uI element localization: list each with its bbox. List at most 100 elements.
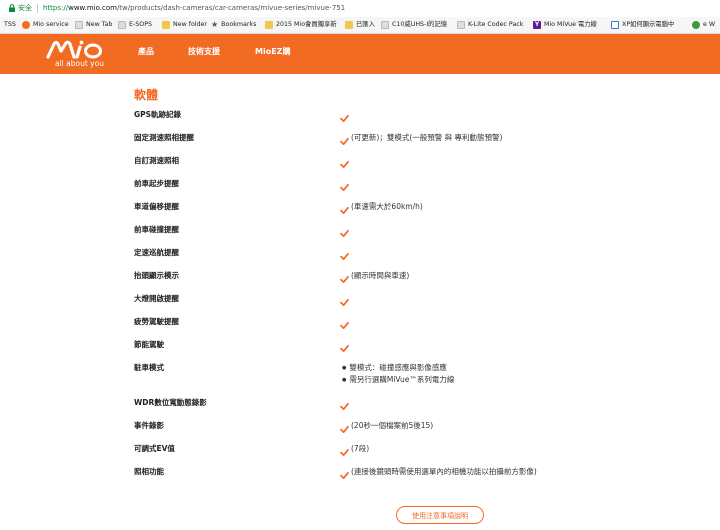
bookmark-k-lite[interactable]: K-Lite Codec Pack xyxy=(457,17,523,33)
usage-notice-button[interactable]: 使用注意事項說明 xyxy=(396,506,484,524)
folder-icon xyxy=(345,21,353,29)
bookmark-label: 2015 Mio會員獨享新 xyxy=(276,21,337,28)
spec-row: GPS軌跡記錄 xyxy=(134,109,574,127)
check-icon xyxy=(340,338,349,357)
spec-row: 節能駕駛 xyxy=(134,339,574,357)
bookmark-label: TSS xyxy=(4,21,16,28)
spec-label: 節能駕駛 xyxy=(134,340,164,349)
bookmark-label: Mio MiVue 電力線 xyxy=(544,21,597,28)
spec-label: 大燈開啟提醒 xyxy=(134,294,179,303)
spec-row: 自訂測速照相 xyxy=(134,155,574,173)
bookmark-mio-mivue[interactable]: Y Mio MiVue 電力線 xyxy=(533,17,597,33)
spec-label: 可調式EV值 xyxy=(134,444,175,453)
folder-icon xyxy=(265,21,273,29)
xp-icon xyxy=(611,21,619,29)
spec-bullet: 需另行選購MiVue™系列電力線 xyxy=(342,374,454,385)
check-icon xyxy=(340,200,349,219)
bookmark-label: Mio service xyxy=(33,21,69,28)
page-icon xyxy=(381,21,389,29)
star-icon: ★ xyxy=(211,20,219,29)
spec-row: 照相功能 (連接後鏡頭時需使用選單內的相機功能以拍攝前方影像) xyxy=(134,466,574,484)
bookmark-label: New folder xyxy=(173,21,208,28)
check-icon xyxy=(340,154,349,173)
nav-products[interactable]: 產品 xyxy=(138,34,154,74)
spec-label: 事件錄影 xyxy=(134,421,164,430)
page-icon xyxy=(118,21,126,29)
check-icon xyxy=(340,223,349,242)
spec-label: 車道偏移提醒 xyxy=(134,202,179,211)
bookmark-mio-member[interactable]: 2015 Mio會員獨享新 xyxy=(265,17,337,33)
spec-note: (可更新)；雙模式(一般預警 與 專利動態預警) xyxy=(351,133,503,142)
spec-content: 軟體 GPS軌跡記錄 固定測速照相提醒 (可更新)；雙模式(一般預警 與 專利動… xyxy=(0,74,720,530)
bookmark-label: XP如何顯示電腦中 xyxy=(622,21,675,28)
spec-row: 事件錄影 (20秒一個檔案前5後15) xyxy=(134,420,574,438)
spec-label: 駐車模式 xyxy=(134,363,164,372)
green-icon xyxy=(692,21,700,29)
bookmark-e-sops[interactable]: E-SOPS xyxy=(118,17,152,33)
spec-row: 可調式EV值 (7段) xyxy=(134,443,574,461)
spec-label: 定速巡航提醒 xyxy=(134,248,179,257)
bookmark-label: K-Lite Codec Pack xyxy=(468,21,524,28)
bookmark-label: E-SOPS xyxy=(129,21,152,28)
bookmark-imported[interactable]: 已匯入 xyxy=(345,17,375,33)
nav-mioez[interactable]: MioEZ購 xyxy=(255,34,290,74)
mio-logo-mark xyxy=(46,40,102,59)
nav-support[interactable]: 技術支援 xyxy=(188,34,220,74)
divider xyxy=(37,4,38,13)
bookmark-label: New Tab xyxy=(86,21,113,28)
url-path: /tw/products/dash-cameras/car-cameras/mi… xyxy=(116,4,346,12)
check-icon xyxy=(340,419,349,438)
bookmark-label: C10威UHS-I的記憶 xyxy=(392,21,448,28)
bookmark-ew[interactable]: e W xyxy=(692,17,715,33)
check-icon xyxy=(340,108,349,127)
spec-row: 前車起步提醒 xyxy=(134,178,574,196)
spec-row: 疲勞駕駛提醒 xyxy=(134,316,574,334)
spec-row: 前車碰撞提醒 xyxy=(134,224,574,242)
url-host: www.mio.com xyxy=(68,4,117,12)
spec-note: (20秒一個檔案前5後15) xyxy=(351,421,434,430)
spec-label: 抬頭顯示模示 xyxy=(134,271,179,280)
bookmark-xp[interactable]: XP如何顯示電腦中 xyxy=(611,17,674,33)
spec-bullet: 雙模式：碰撞感應與影像感應 xyxy=(342,362,447,373)
security-label: 安全 xyxy=(18,4,32,12)
check-icon xyxy=(340,465,349,484)
bookmark-label: e W xyxy=(703,21,716,28)
mio-logo[interactable]: all about you xyxy=(46,38,126,72)
bookmark-mio-service[interactable]: Mio service xyxy=(22,17,69,33)
url-protocol: https:// xyxy=(43,4,69,12)
url-text[interactable]: https://www.mio.com/tw/products/dash-cam… xyxy=(43,0,345,17)
spec-row: 駐車模式 雙模式：碰撞感應與影像感應 需另行選購MiVue™系列電力線 xyxy=(134,362,574,390)
bookmarks-bar: TSS Mio service New Tab E-SOPS New folde… xyxy=(0,17,720,34)
section-title: 軟體 xyxy=(134,88,159,102)
spec-row: 抬頭顯示模示 (顯示時間與車速) xyxy=(134,270,574,288)
spec-label: 疲勞駕駛提醒 xyxy=(134,317,179,326)
check-icon xyxy=(340,396,349,415)
address-bar[interactable]: 安全 https://www.mio.com/tw/products/dash-… xyxy=(0,0,720,18)
spec-row: 定速巡航提醒 xyxy=(134,247,574,265)
page-icon xyxy=(457,21,465,29)
check-icon xyxy=(340,292,349,311)
spec-row: 車道偏移提醒 (車速需大於60km/h) xyxy=(134,201,574,219)
spec-label: 前車碰撞提醒 xyxy=(134,225,179,234)
spec-label: 照相功能 xyxy=(134,467,164,476)
logo-tagline: all about you xyxy=(55,59,104,68)
bookmark-c10[interactable]: C10威UHS-I的記憶 xyxy=(381,17,447,33)
spec-label: 自訂測速照相 xyxy=(134,156,179,165)
spec-note: (7段) xyxy=(351,444,370,453)
spec-row: WDR數位寬動態錄影 xyxy=(134,397,574,415)
mio-icon xyxy=(22,21,30,29)
lock-icon xyxy=(9,4,15,12)
spec-note: (車速需大於60km/h) xyxy=(351,202,423,211)
bookmark-new-folder[interactable]: New folder xyxy=(162,17,207,33)
check-icon xyxy=(340,177,349,196)
spec-note: (連接後鏡頭時需使用選單內的相機功能以拍攝前方影像) xyxy=(351,467,537,476)
folder-icon xyxy=(162,21,170,29)
spec-label: GPS軌跡記錄 xyxy=(134,110,182,119)
bookmark-new-tab[interactable]: New Tab xyxy=(75,17,112,33)
spec-note: (顯示時間與車速) xyxy=(351,271,410,280)
bookmark-tss[interactable]: TSS xyxy=(4,17,16,33)
bookmark-bookmarks[interactable]: ★ Bookmarks xyxy=(211,17,256,33)
spec-label: 前車起步提醒 xyxy=(134,179,179,188)
bookmark-label: Bookmarks xyxy=(221,21,257,28)
spec-row: 固定測速照相提醒 (可更新)；雙模式(一般預警 與 專利動態預警) xyxy=(134,132,574,150)
